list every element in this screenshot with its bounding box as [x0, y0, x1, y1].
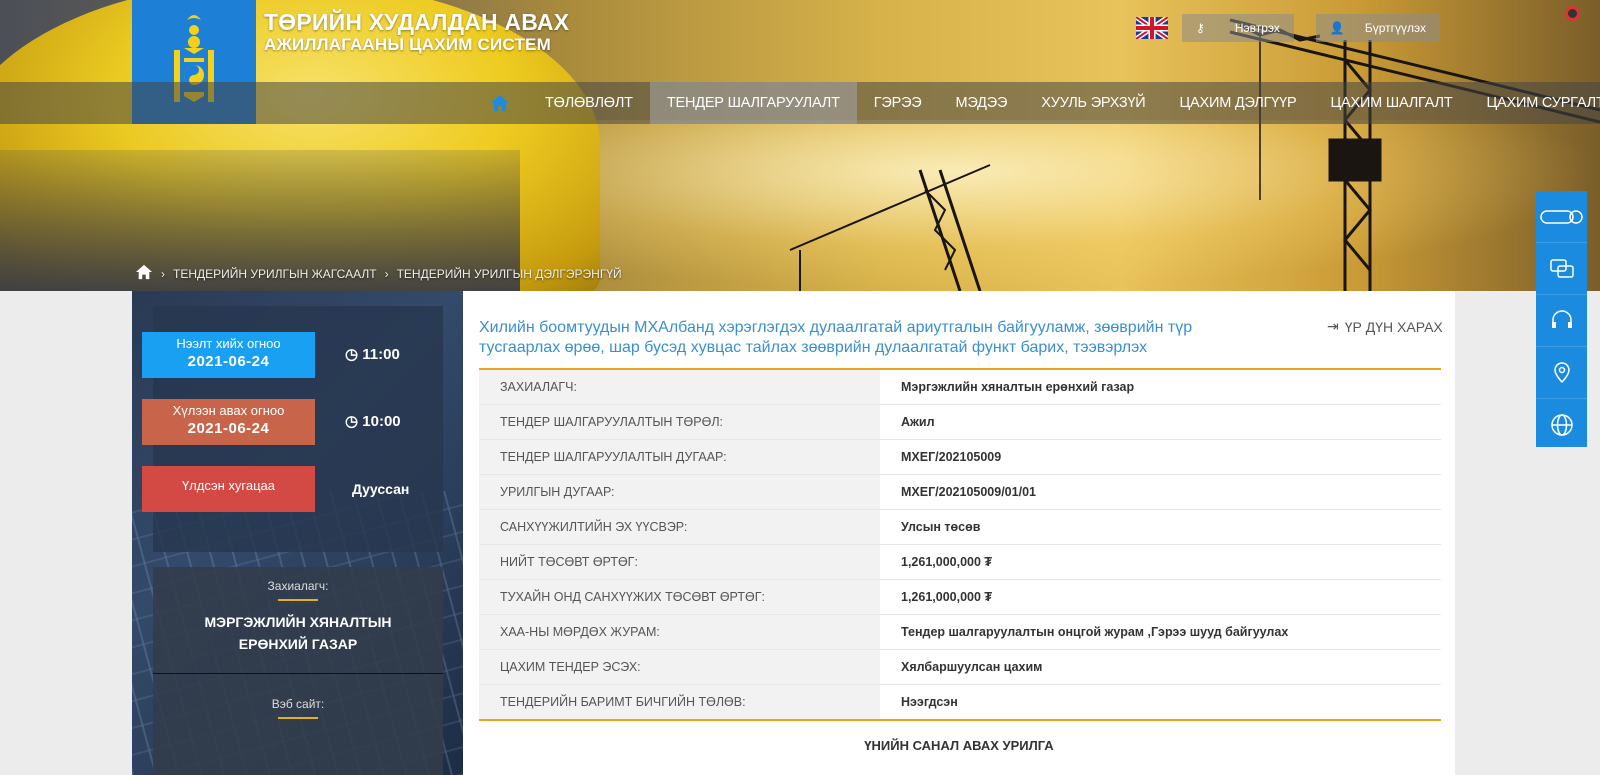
table-row: САНХҮҮЖИЛТИЙН ЭХ ҮҮСВЭР: Улсын төсөв — [479, 509, 1441, 545]
remaining-badge: Үлдсэн хугацаа — [142, 466, 315, 512]
table-row: ХАА-НЫ МӨРДӨХ ЖУРАМ: Тендер шалгаруулалты… — [479, 614, 1441, 650]
nav-exam[interactable]: ЦАХИМ ШАЛГАЛТ — [1313, 82, 1469, 124]
invitation-section-title: ҮНИЙН САНАЛ АВАХ УРИЛГА — [864, 738, 1054, 753]
row-value: Улсын төсөв — [880, 509, 1441, 545]
row-key: ТЕНДЕР ШАЛГАРУУЛАЛТЫН ТӨРӨЛ: — [479, 404, 880, 440]
breadcrumb-home-icon[interactable] — [135, 264, 153, 283]
table-row: ТЕНДЕР ШАЛГАРУУЛАЛТЫН ДУГААР: МХЕГ/202105… — [479, 439, 1441, 475]
breadcrumb: › ТЕНДЕРИЙН УРИЛГЫН ЖАГСААЛТ › ТЕНДЕРИЙН… — [135, 264, 622, 283]
chat-icon[interactable] — [1536, 243, 1587, 295]
site-title-line1: ТӨРИЙН ХУДАЛДАН АВАХ — [264, 9, 570, 35]
open-date-label: Нээлт хийх огноо — [176, 336, 281, 351]
nav-eshop[interactable]: ЦАХИМ ДЭЛГҮҮР — [1163, 82, 1314, 124]
nav-training[interactable]: ЦАХИМ СУРГАЛТ — [1470, 82, 1600, 124]
row-value: Хялбаршуулсан цахим — [880, 649, 1441, 685]
row-key: ЗАХИАЛАГЧ: — [479, 369, 880, 405]
nav-news[interactable]: МЭДЭЭ — [939, 82, 1025, 124]
register-button[interactable]: 👤 Бүртгүүлэх — [1315, 14, 1440, 42]
row-key: ТУХАЙН ОНД САНХҮҮЖИХ ТӨСӨВТ ӨРТӨГ: — [479, 579, 880, 615]
sign-out-icon: ⇥ — [1327, 318, 1339, 334]
row-value: Нээгдсэн — [901, 695, 958, 709]
timer-card: Нээлт хийх огноо 2021-06-24 ◷ 11:00 Хүлэ… — [142, 306, 443, 552]
row-key: ТЕНДЕРИЙН БАРИМТ БИЧГИЙН ТӨЛӨВ: — [479, 684, 880, 720]
clock-icon: ◷ — [345, 413, 363, 430]
nav-planning[interactable]: ТӨЛӨВЛӨЛТ — [528, 82, 650, 124]
row-key: НИЙТ ТӨСӨВТ ӨРТӨГ: — [479, 544, 880, 580]
table-row: ЦАХИМ ТЕНДЕР ЭСЭХ: Хялбаршуулсан цахим — [479, 649, 1441, 685]
table-row: ТЕНДЕР ШАЛГАРУУЛАЛТЫН ТӨРӨЛ: Ажил — [479, 404, 1441, 440]
client-label: Захиалагч: — [267, 579, 329, 593]
tender-title: Хилийн боомтуудын МХАлбанд хэрэглэгдэх д… — [479, 319, 1193, 356]
row-value: Ажил — [880, 404, 1441, 440]
table-row: ЗАХИАЛАГЧ: Мэргэжлийн хяналтын ерөнхий га… — [479, 369, 1441, 405]
row-key: ТЕНДЕР ШАЛГАРУУЛАЛТЫН ДУГААР: — [479, 439, 880, 475]
nav-home-icon[interactable] — [476, 82, 528, 124]
receive-time: ◷ 10:00 — [345, 412, 401, 430]
receive-date-value: 2021-06-24 — [187, 420, 270, 437]
uk-flag-icon[interactable] — [1136, 17, 1169, 39]
chevron-right-icon: › — [161, 266, 165, 281]
row-value: МХЕГ/202105009 — [880, 439, 1441, 475]
site-title[interactable]: ТӨРИЙН ХУДАЛДАН АВАХ АЖИЛЛАГААНЫ ЦАХИМ С… — [264, 10, 569, 55]
receive-date-row: Хүлээн авах огноо 2021-06-24 ◷ 10:00 — [142, 399, 442, 445]
chevron-right-icon: › — [384, 266, 389, 281]
key-icon: ⚷ — [1196, 21, 1205, 35]
remaining-value: Дууссан — [352, 481, 410, 497]
floating-side-toolbar — [1536, 191, 1587, 447]
nav-contract[interactable]: ГЭРЭЭ — [857, 82, 939, 124]
receive-date-label: Хүлээн авах огноо — [172, 403, 285, 418]
nav-law[interactable]: ХУУЛЬ ЭРХЗҮЙ — [1024, 82, 1162, 124]
view-result-button[interactable]: ⇥ ҮР ДҮН ХАРАХ — [1327, 318, 1443, 335]
client-name: МЭРГЭЖЛИЙН ХЯНАЛТЫН ЕРӨНХИЙ ГАЗАР — [204, 614, 392, 652]
breadcrumb-tender-detail: ТЕНДЕРИЙН УРИЛГЫН ДЭЛГЭРЭНГҮЙ — [396, 266, 622, 281]
table-row: НИЙТ ТӨСӨВТ ӨРТӨГ: 1,261,000,000 ₮ — [479, 544, 1441, 580]
row-value: Тендер шалгаруулалтын онцгой журам ,Гэрэ… — [880, 614, 1441, 650]
open-date-row: Нээлт хийх огноо 2021-06-24 ◷ 11:00 — [142, 332, 442, 378]
support-headset-icon[interactable] — [1536, 295, 1587, 347]
site-title-line2: АЖИЛЛАГААНЫ ЦАХИМ СИСТЕМ — [264, 35, 551, 54]
hero-banner: ТӨРИЙН ХУДАЛДАН АВАХ АЖИЛЛАГААНЫ ЦАХИМ С… — [0, 0, 1600, 291]
tender-info-table: ЗАХИАЛАГЧ: Мэргэжлийн хяналтын ерөнхий га… — [479, 368, 1441, 721]
row-key: ЦАХИМ ТЕНДЕР ЭСЭХ: — [479, 649, 880, 685]
receive-date-badge: Хүлээн авах огноо 2021-06-24 — [142, 399, 315, 445]
mongpass-ca-icon[interactable] — [1536, 191, 1587, 243]
row-value: Мэргэжлийн хяналтын ерөнхий газар — [880, 369, 1441, 405]
main-nav: ТӨЛӨВЛӨЛТ ТЕНДЕР ШАЛГАРУУЛАЛТ ГЭРЭЭ МЭДЭ… — [0, 82, 1600, 124]
receive-time-value: 10:00 — [362, 413, 401, 430]
table-row: ТУХАЙН ОНД САНХҮҮЖИХ ТӨСӨВТ ӨРТӨГ: 1,261,… — [479, 579, 1441, 615]
website-label: Вэб сайт: — [271, 697, 325, 711]
top-utility-bar: ⚷ Нэвтрэх 👤 Бүртгүүлэх — [1136, 14, 1440, 42]
remaining-label: Үлдсэн хугацаа — [181, 478, 276, 493]
row-key: УРИЛГЫН ДУГААР: — [479, 474, 880, 510]
table-row: ТЕНДЕРИЙН БАРИМТ БИЧГИЙН ТӨЛӨВ: Нээгдсэн — [479, 684, 1441, 720]
open-date-badge: Нээлт хийх огноо 2021-06-24 — [142, 332, 315, 378]
table-row: УРИЛГЫН ДУГААР: МХЕГ/202105009/01/01 — [479, 474, 1441, 510]
row-key: ХАА-НЫ МӨРДӨХ ЖУРАМ: — [479, 614, 880, 650]
user-icon: 👤 — [1329, 21, 1345, 35]
open-time-value: 11:00 — [362, 346, 400, 363]
open-date-value: 2021-06-24 — [187, 353, 270, 370]
login-button[interactable]: ⚷ Нэвтрэх — [1182, 14, 1294, 42]
tender-detail-panel: Хилийн боомтуудын МХАлбанд хэрэглэгдэх д… — [463, 291, 1455, 775]
login-label: Нэвтрэх — [1234, 21, 1280, 35]
row-value: 1,261,000,000 ₮ — [880, 544, 1441, 580]
remaining-row: Үлдсэн хугацаа Дууссан — [142, 466, 442, 512]
row-value: 1,261,000,000 ₮ — [880, 579, 1441, 615]
open-time: ◷ 11:00 — [345, 345, 400, 363]
row-key: САНХҮҮЖИЛТИЙН ЭХ ҮҮСВЭР: — [479, 509, 880, 545]
nav-tender[interactable]: ТЕНДЕР ШАЛГАРУУЛАЛТ — [649, 82, 857, 124]
client-card: Захиалагч: МЭРГЭЖЛИЙН ХЯНАЛТЫН ЕРӨНХИЙ Г… — [153, 567, 443, 775]
register-label: Бүртгүүлэх — [1364, 21, 1426, 35]
view-result-label: ҮР ДҮН ХАРАХ — [1344, 318, 1443, 335]
clock-icon: ◷ — [345, 346, 363, 363]
tender-sidebar: Нээлт хийх огноо 2021-06-24 ◷ 11:00 Хүлэ… — [132, 291, 463, 775]
breadcrumb-tender-list[interactable]: ТЕНДЕРИЙН УРИЛГЫН ЖАГСААЛТ — [173, 267, 377, 281]
location-pin-icon[interactable] — [1536, 347, 1587, 399]
row-value: МХЕГ/202105009/01/01 — [880, 474, 1441, 510]
status-dot-icon — [1565, 6, 1580, 21]
globe-icon[interactable] — [1536, 399, 1587, 450]
